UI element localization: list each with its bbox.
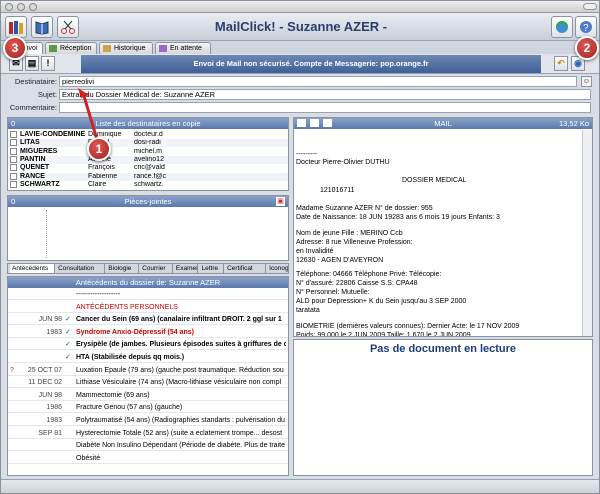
callout-marker-2: 2 bbox=[575, 36, 599, 60]
callout-marker-1: 1 bbox=[87, 137, 111, 161]
callout-marker-3: 3 bbox=[3, 36, 27, 60]
callout-arrow bbox=[78, 88, 100, 144]
app-window: MailClick! - Suzanne AZER - ? Envoi Réce… bbox=[0, 0, 600, 494]
